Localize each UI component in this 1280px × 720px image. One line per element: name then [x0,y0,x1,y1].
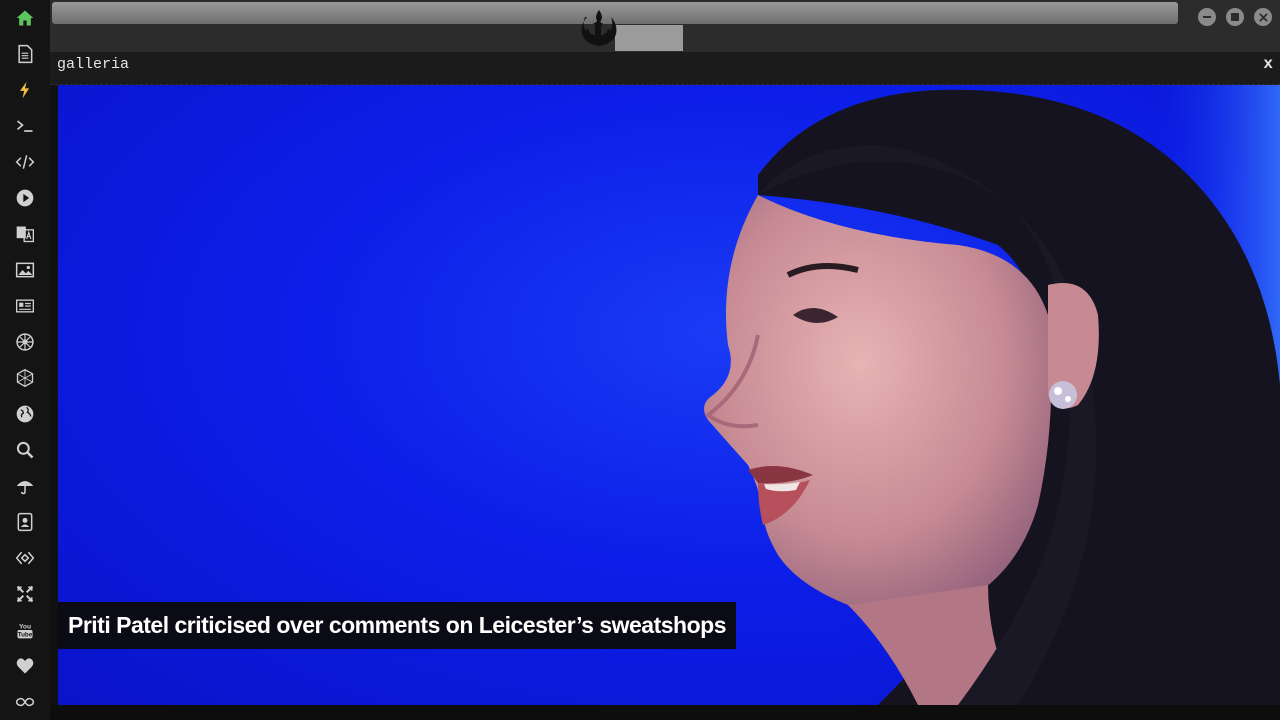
translate-icon[interactable] [13,222,37,246]
maximize-icon[interactable] [1226,8,1244,26]
image-caption: Priti Patel criticised over comments on … [58,602,736,649]
youtube-icon[interactable]: You Tube [13,618,37,642]
active-tab[interactable] [615,25,683,51]
empire-icon[interactable] [13,330,37,354]
home-icon[interactable] [13,6,37,30]
rebel-alliance-icon [581,10,617,46]
panel-header: galleria x [50,52,1280,85]
terminal-icon[interactable] [13,114,37,138]
svg-text:Tube: Tube [18,632,33,639]
play-icon[interactable] [13,186,37,210]
svg-text:You: You [19,623,31,630]
search-icon[interactable] [13,438,37,462]
hexagon-icon[interactable] [13,366,37,390]
umbrella-icon[interactable] [13,474,37,498]
globe-icon[interactable] [13,402,37,426]
contacts-icon[interactable] [13,510,37,534]
title-bar [50,0,1280,52]
bottom-strip [50,705,1280,720]
expand-icon[interactable] [13,582,37,606]
code-icon[interactable] [13,150,37,174]
panel-close-button[interactable]: x [1263,55,1273,73]
document-icon[interactable] [13,42,37,66]
minimize-icon[interactable] [1198,8,1216,26]
heart-icon[interactable] [13,654,37,678]
close-icon[interactable] [1254,8,1272,26]
lightning-icon[interactable] [13,78,37,102]
sidebar: You Tube [0,0,50,720]
image-icon[interactable] [13,258,37,282]
infinity-icon[interactable] [13,690,37,714]
diamond-code-icon[interactable] [13,546,37,570]
newspaper-icon[interactable] [13,294,37,318]
panel-title: galleria [57,56,130,73]
